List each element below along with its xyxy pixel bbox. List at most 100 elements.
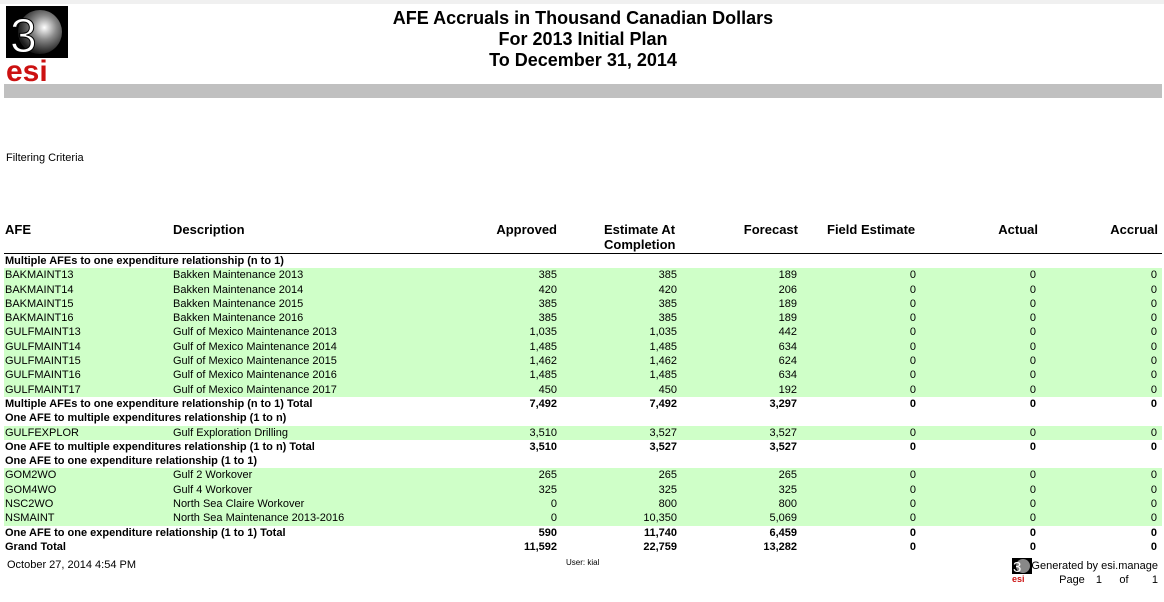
cell-accrual: 0 [1150, 269, 1157, 282]
cell-actual: 0 [1029, 440, 1036, 453]
cell-approved: 1,462 [529, 355, 557, 368]
col-header-estimate-line1: Estimate At [604, 222, 676, 237]
cell-estimate: 385 [658, 297, 677, 310]
cell-actual: 0 [1029, 540, 1036, 553]
col-header-estimate: Estimate At Completion [604, 222, 676, 252]
cell-approved: 385 [538, 297, 557, 310]
cell-approved: 1,485 [529, 340, 557, 353]
total-row: Multiple AFEs to one expenditure relatio… [4, 397, 1162, 411]
cell-actual: 0 [1029, 340, 1036, 353]
table-row: GOM2WO Gulf 2 Workover 265 265 265 0 0 0 [4, 468, 1162, 483]
cell-afe: Multiple AFEs to one expenditure relatio… [5, 397, 313, 410]
cell-approved: 590 [538, 526, 557, 539]
cell-description: Gulf of Mexico Maintenance 2015 [173, 355, 337, 368]
cell-accrual: 0 [1150, 312, 1157, 325]
cell-afe: NSMAINT [5, 512, 55, 525]
section-header-row: Multiple AFEs to one expenditure relatio… [4, 254, 1162, 268]
cell-afe: Grand Total [5, 540, 66, 553]
cell-actual: 0 [1029, 526, 1036, 539]
esi-logo: 3 esi [6, 6, 68, 82]
cell-actual: 0 [1029, 469, 1036, 482]
cell-approved: 1,485 [529, 369, 557, 382]
cell-afe: NSC2WO [5, 498, 54, 511]
header-separator-bar [4, 84, 1162, 98]
cell-description: Gulf of Mexico Maintenance 2014 [173, 340, 337, 353]
table-row: GULFMAINT13 Gulf of Mexico Maintenance 20… [4, 325, 1162, 340]
cell-approved: 0 [550, 512, 557, 525]
cell-accrual: 0 [1150, 355, 1157, 368]
cell-estimate: 325 [658, 483, 677, 496]
cell-estimate: 420 [658, 283, 677, 296]
cell-afe: GOM2WO [5, 469, 57, 482]
cell-accrual: 0 [1150, 469, 1157, 482]
cell-field-estimate: 0 [909, 369, 916, 382]
of-label: of [1119, 574, 1129, 586]
col-header-description: Description [173, 222, 245, 237]
cell-field-estimate: 0 [909, 498, 916, 511]
cell-forecast: 634 [778, 340, 797, 353]
cell-estimate: 1,035 [649, 326, 677, 339]
cell-actual: 0 [1029, 426, 1036, 439]
cell-approved: 265 [538, 469, 557, 482]
cell-afe: GULFMAINT17 [5, 383, 81, 396]
cell-accrual: 0 [1150, 498, 1157, 511]
title-line-1: AFE Accruals in Thousand Canadian Dollar… [392, 8, 774, 28]
cell-description: Gulf Exploration Drilling [173, 426, 288, 439]
cell-field-estimate: 0 [909, 283, 916, 296]
cell-accrual: 0 [1150, 326, 1157, 339]
cell-accrual: 0 [1150, 540, 1157, 553]
cell-afe: GULFEXPLOR [5, 426, 79, 439]
cell-actual: 0 [1029, 397, 1036, 410]
cell-estimate: 265 [658, 469, 677, 482]
cell-description: North Sea Claire Workover [173, 498, 305, 511]
cell-approved: 325 [538, 483, 557, 496]
cell-afe: One AFE to multiple expenditures relatio… [5, 412, 287, 425]
cell-forecast: 192 [778, 383, 797, 396]
table-row: BAKMAINT15 Bakken Maintenance 2015 385 385 1… [4, 296, 1162, 312]
cell-actual: 0 [1029, 297, 1036, 310]
cell-field-estimate: 0 [909, 326, 916, 339]
cell-field-estimate: 0 [909, 426, 916, 439]
col-header-estimate-line2: Completion [604, 237, 676, 252]
cell-description: Bakken Maintenance 2013 [173, 269, 304, 282]
cell-forecast: 442 [778, 326, 797, 339]
cell-approved: 420 [538, 283, 557, 296]
report-table-body: Multiple AFEs to one expenditure relatio… [4, 254, 1162, 554]
cell-description: Gulf 2 Workover [173, 469, 253, 482]
cell-description: North Sea Maintenance 2013-2016 [173, 512, 345, 525]
cell-field-estimate: 0 [909, 340, 916, 353]
cell-actual: 0 [1029, 355, 1036, 368]
cell-forecast: 5,069 [769, 512, 797, 525]
cell-accrual: 0 [1150, 426, 1157, 439]
table-row: GULFMAINT15 Gulf of Mexico Maintenance 20… [4, 354, 1162, 369]
cell-estimate: 10,350 [643, 512, 677, 525]
cell-accrual: 0 [1150, 512, 1157, 525]
cell-field-estimate: 0 [909, 383, 916, 396]
cell-accrual: 0 [1150, 397, 1157, 410]
cell-estimate: 3,527 [649, 440, 677, 453]
cell-accrual: 0 [1150, 297, 1157, 310]
col-header-forecast: Forecast [743, 222, 798, 237]
cell-afe: BAKMAINT14 [5, 283, 74, 296]
cell-field-estimate: 0 [909, 512, 916, 525]
cell-afe: One AFE to one expenditure relationship … [5, 526, 286, 539]
cell-afe: One AFE to multiple expenditures relatio… [5, 440, 315, 453]
total-row: One AFE to one expenditure relationship … [4, 526, 1162, 540]
cell-forecast: 624 [778, 355, 797, 368]
cell-estimate: 1,485 [649, 369, 677, 382]
cell-estimate: 450 [658, 383, 677, 396]
cell-afe: GULFMAINT16 [5, 369, 81, 382]
cell-estimate: 385 [658, 312, 677, 325]
cell-actual: 0 [1029, 498, 1036, 511]
esi-footer-logo: 3 esi [1012, 558, 1032, 582]
cell-actual: 0 [1029, 283, 1036, 296]
filtering-criteria-label: Filtering Criteria [6, 152, 84, 164]
cell-actual: 0 [1029, 383, 1036, 396]
cell-forecast: 6,459 [769, 526, 797, 539]
cell-afe: GOM4WO [5, 483, 57, 496]
cell-afe: GULFMAINT15 [5, 355, 81, 368]
cell-forecast: 800 [778, 498, 797, 511]
cell-forecast: 3,527 [769, 440, 797, 453]
cell-estimate: 22,759 [643, 540, 677, 553]
cell-field-estimate: 0 [909, 526, 916, 539]
